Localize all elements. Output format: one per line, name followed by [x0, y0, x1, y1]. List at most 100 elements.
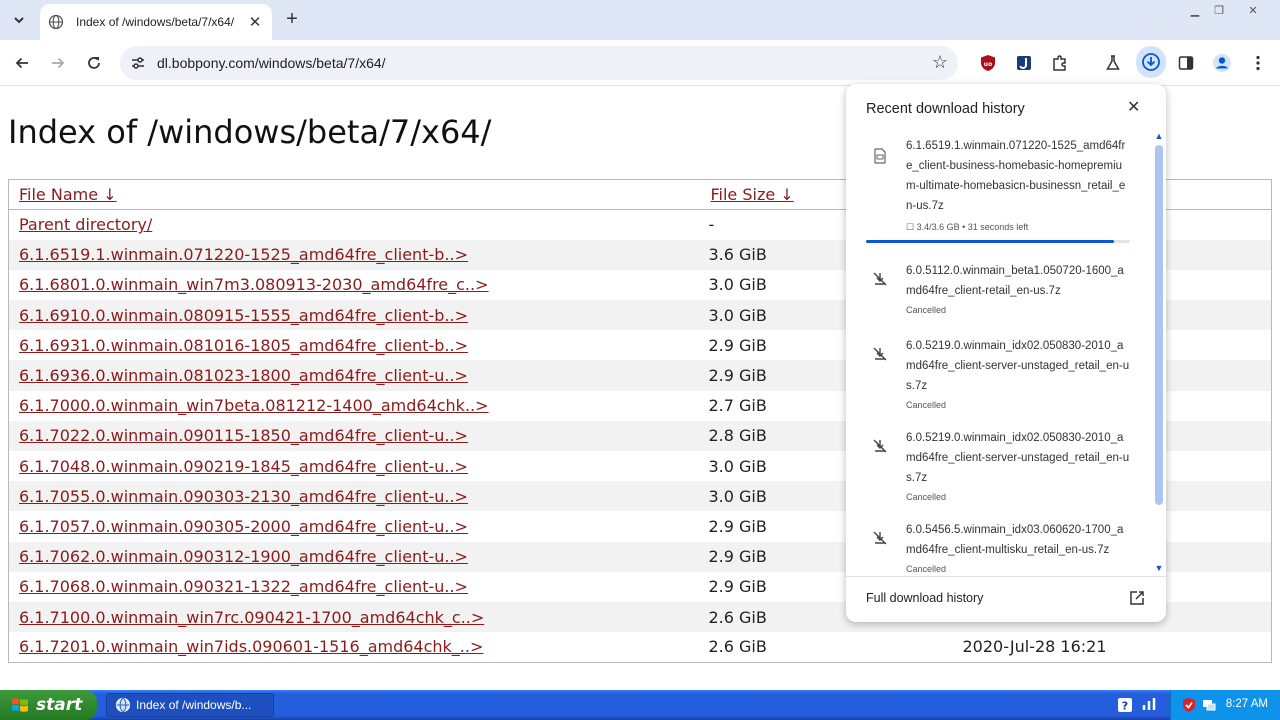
download-progress-bar: [866, 240, 1130, 243]
file-link[interactable]: 6.1.7201.0.winmain_win7ids.090601-1516_a…: [19, 637, 483, 656]
file-link[interactable]: 6.1.7100.0.winmain_win7rc.090421-1700_am…: [19, 608, 484, 627]
start-button[interactable]: start: [0, 690, 97, 720]
network-icon[interactable]: [1141, 696, 1157, 714]
scroll-up-button[interactable]: ▲: [1153, 130, 1165, 142]
system-tray: 8:27 AM: [1170, 690, 1280, 720]
tab-strip: Index of /windows/beta/7/x64/ ✕ + ▁ ❐ ✕: [0, 0, 1280, 40]
file-link[interactable]: 6.1.7022.0.winmain.090115-1850_amd64fre_…: [19, 426, 468, 445]
address-bar[interactable]: dl.bobpony.com/windows/beta/7/x64/ ☆: [120, 46, 958, 80]
file-name-cell: 6.1.6519.1.winmain.071220-1525_amd64fre_…: [8, 239, 701, 270]
reload-button[interactable]: [82, 51, 106, 75]
sort-by-size-link[interactable]: File Size ↓: [711, 185, 794, 204]
window-close-button[interactable]: ✕: [1242, 2, 1264, 18]
file-link[interactable]: 6.1.7055.0.winmain.090303-2130_amd64fre_…: [19, 487, 468, 506]
download-status: Cancelled: [906, 492, 947, 502]
file-link[interactable]: 6.1.7057.0.winmain.090305-2000_amd64fre_…: [19, 517, 468, 536]
full-history-link[interactable]: Full download history: [866, 591, 983, 605]
download-status: ☐ 3.4/3.6 GB • 31 seconds left: [906, 222, 1029, 232]
download-filename: 6.0.5112.0.winmain_beta1.050720-1600_amd…: [906, 265, 1124, 297]
close-icon[interactable]: ✕: [1127, 97, 1140, 117]
puzzle-icon[interactable]: [1049, 52, 1071, 74]
file-link[interactable]: 6.1.7062.0.winmain.090312-1900_amd64fre_…: [19, 547, 468, 566]
help-icon[interactable]: ?: [1117, 697, 1133, 713]
taskbar-item-label: Index of /windows/b...: [136, 698, 252, 712]
file-name-cell: 6.1.7100.0.winmain_win7rc.090421-1700_am…: [8, 601, 701, 633]
close-icon[interactable]: ✕: [246, 13, 264, 31]
download-icon: [1142, 53, 1160, 71]
reload-icon: [88, 57, 100, 69]
download-filename: 6.1.6519.1.winmain.071220-1525_amd64fre_…: [906, 140, 1126, 212]
chevron-down-icon: [14, 17, 24, 24]
open-external-icon[interactable]: [1128, 589, 1146, 607]
file-name-cell: 6.1.7062.0.winmain.090312-1900_amd64fre_…: [8, 541, 701, 572]
file-name-cell: 6.1.6801.0.winmain_win7m3.080913-2030_am…: [9, 270, 701, 300]
table-row: 6.1.7201.0.winmain_win7ids.090601-1516_a…: [9, 632, 1272, 662]
file-name-cell: 6.1.6936.0.winmain.081023-1800_amd64fre_…: [8, 360, 701, 391]
column-header-name[interactable]: File Name ↓: [8, 179, 701, 210]
panel-title: Recent download history: [866, 101, 1025, 117]
svg-text:?: ?: [1122, 700, 1128, 713]
download-filename: 6.0.5219.0.winmain_idx02.050830-2010_amd…: [906, 432, 1130, 484]
file-link[interactable]: 6.1.7000.0.winmain_win7beta.081212-1400_…: [19, 396, 489, 415]
file-link[interactable]: 6.1.6936.0.winmain.081023-1800_amd64fre_…: [19, 366, 468, 385]
file-name-cell: 6.1.7048.0.winmain.090219-1845_amd64fre_…: [9, 451, 701, 481]
file-link[interactable]: 6.1.6931.0.winmain.081016-1805_amd64fre_…: [19, 336, 468, 355]
cancelled-download-icon: [873, 272, 887, 286]
url-text[interactable]: dl.bobpony.com/windows/beta/7/x64/: [157, 55, 386, 71]
sidepanel-icon[interactable]: [1175, 52, 1197, 74]
extension-icon[interactable]: [1013, 52, 1035, 74]
download-progress-fill: [866, 240, 1115, 243]
ublock-icon[interactable]: uo: [977, 52, 999, 74]
file-date-cell: 2020-Jul-28 16:21: [962, 637, 1107, 657]
globe-icon: [115, 697, 131, 713]
tab-search-button[interactable]: [6, 7, 32, 33]
cancelled-download-icon: [873, 439, 887, 453]
taskbar-item-browser[interactable]: Index of /windows/b...: [106, 693, 274, 717]
file-link[interactable]: Parent directory/: [19, 215, 152, 234]
page-title: Index of /windows/beta/7/x64/: [8, 113, 492, 151]
file-link[interactable]: 6.1.6910.0.winmain.080915-1555_amd64fre_…: [19, 306, 468, 325]
file-name-cell: 6.1.7055.0.winmain.090303-2130_amd64fre_…: [8, 481, 701, 512]
file-icon: [874, 148, 886, 164]
scroll-down-button[interactable]: ▼: [1153, 562, 1165, 574]
plus-icon: +: [286, 7, 298, 30]
download-button[interactable]: [1136, 46, 1166, 78]
restore-button[interactable]: ❐: [1208, 2, 1230, 18]
forward-button[interactable]: [46, 51, 70, 75]
globe-icon: [48, 14, 64, 30]
windows-flag-icon: [12, 698, 28, 712]
file-name-cell: 6.1.7057.0.winmain.090305-2000_amd64fre_…: [9, 511, 701, 541]
download-history-panel: Recent download history ✕ 6.1.6519.1.win…: [846, 84, 1166, 622]
file-link[interactable]: 6.1.6801.0.winmain_win7m3.080913-2030_am…: [19, 275, 489, 294]
file-name-cell: Parent directory/: [9, 210, 701, 240]
tab-active[interactable]: Index of /windows/beta/7/x64/ ✕: [40, 4, 272, 40]
taskbar: start Index of /windows/b... ? 8:27 AM: [0, 690, 1280, 720]
download-list: 6.1.6519.1.winmain.071220-1525_amd64fre_…: [846, 130, 1166, 576]
scrollbar-thumb[interactable]: [1155, 145, 1163, 505]
file-link[interactable]: 6.1.6519.1.winmain.071220-1525_amd64fre_…: [19, 245, 468, 264]
clock: 8:27 AM: [1225, 698, 1268, 710]
menu-icon[interactable]: [1247, 52, 1269, 74]
star-icon[interactable]: ☆: [932, 52, 948, 73]
file-link[interactable]: 6.1.7068.0.winmain.090321-1322_amd64fre_…: [19, 577, 468, 596]
shield-icon[interactable]: [1181, 697, 1197, 713]
file-link[interactable]: 6.1.7048.0.winmain.090219-1845_amd64fre_…: [19, 457, 468, 476]
svg-text:uo: uo: [984, 61, 992, 68]
download-status: Cancelled: [906, 400, 947, 410]
file-name-cell: 6.1.6910.0.winmain.080915-1555_amd64fre_…: [8, 300, 701, 331]
scrollbar[interactable]: ▲ ▼: [1152, 130, 1166, 576]
sort-by-name-link[interactable]: File Name ↓: [19, 185, 117, 204]
profile-icon[interactable]: [1211, 52, 1233, 74]
network-status-icon[interactable]: [1201, 697, 1217, 713]
full-history-row[interactable]: Full download history: [846, 576, 1166, 622]
file-name-cell: 6.1.7000.0.winmain_win7beta.081212-1400_…: [9, 391, 701, 421]
download-filename: 6.0.5219.0.winmain_idx02.050830-2010_amd…: [906, 340, 1130, 392]
minimize-button[interactable]: ▁: [1184, 2, 1206, 18]
start-label: start: [36, 695, 83, 715]
site-info-icon[interactable]: [130, 55, 146, 71]
labs-icon[interactable]: [1102, 52, 1124, 74]
download-filename: 6.0.5456.5.winmain_idx03.060620-1700_amd…: [906, 524, 1124, 556]
file-size-cell: 2.6 GiB: [708, 637, 767, 657]
back-button[interactable]: [10, 51, 34, 75]
new-tab-button[interactable]: +: [281, 8, 303, 30]
